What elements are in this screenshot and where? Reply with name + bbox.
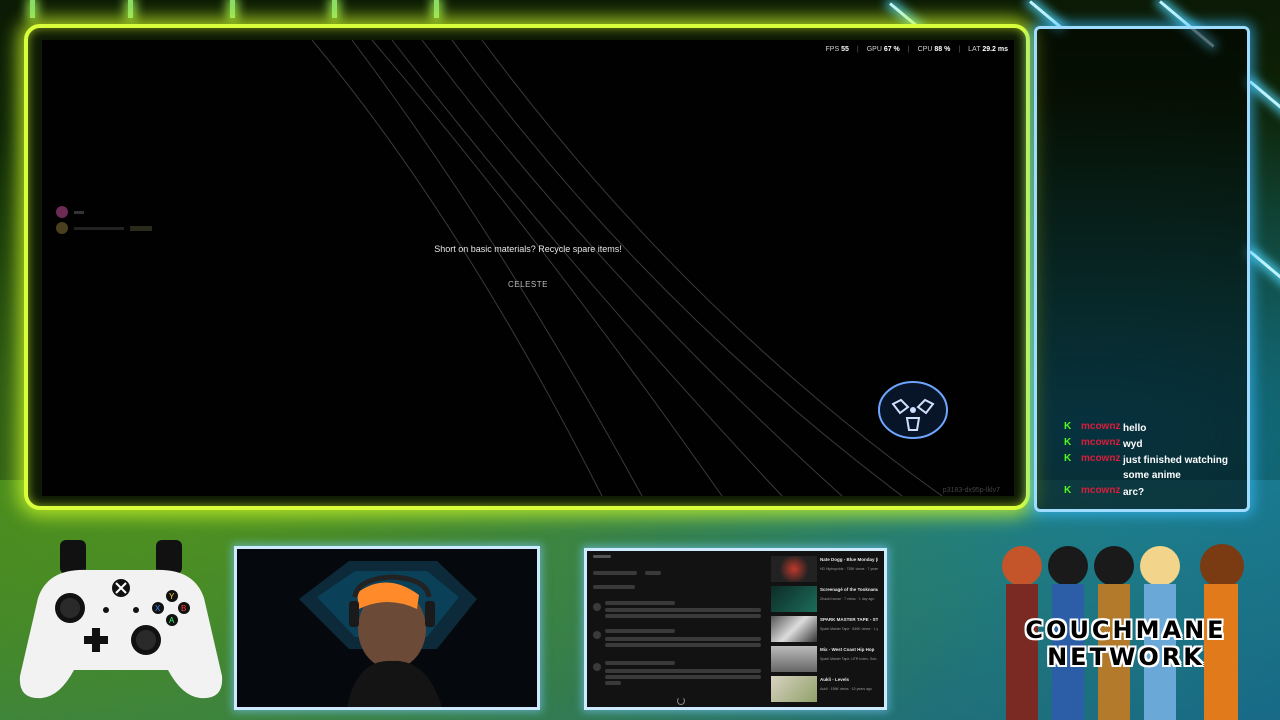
video-thumbnail (771, 556, 817, 582)
fps-readout: FPS 55 (825, 46, 849, 53)
chat-username[interactable]: mcownz (1081, 437, 1120, 448)
placeholder-bar (593, 571, 637, 575)
cpu-readout: CPU 88 % (917, 46, 951, 53)
video-meta: Aukli · 156K views · 10 years ago (820, 687, 872, 691)
spinner-icon (677, 697, 685, 705)
discord-icon (56, 206, 68, 218)
video-item[interactable]: Aukli - Levels Aukli · 156K views · 10 y… (771, 676, 883, 704)
chat-text: just finished watching some anime (1123, 455, 1229, 481)
placeholder-bar (593, 555, 611, 558)
placeholder-bar (605, 669, 761, 673)
chat-username[interactable]: mcownz (1081, 453, 1120, 464)
placeholder-bar (593, 663, 601, 671)
neon-beam-5 (1249, 250, 1280, 292)
neon-light-5 (30, 0, 35, 18)
notification-item (56, 222, 152, 234)
svg-text:A: A (169, 616, 175, 625)
video-meta: Spark Master Tape · 846K views · 1 year … (820, 627, 878, 631)
placeholder-bar (605, 637, 761, 641)
video-item[interactable]: Nate Dogg - Blue Monday (HD Audio) HD Hi… (771, 556, 883, 584)
placeholder-bar (605, 608, 761, 612)
placeholder-bar (605, 675, 761, 679)
kick-badge-icon: K (1064, 421, 1072, 432)
chat-panel: K mcownz hello K mcownz wyd K mcownz jus… (1034, 26, 1250, 512)
latency-readout: LAT 29.2 ms (968, 46, 1008, 53)
neon-beam-4 (1249, 80, 1280, 122)
logo-line-2: NETWORK (1047, 643, 1205, 671)
chat-username[interactable]: mcownz (1081, 421, 1120, 432)
video-title: Screenagé of the Tooknama slot Hako (820, 587, 878, 592)
perf-separator: | (958, 46, 961, 53)
placeholder-bar (605, 643, 761, 647)
video-thumbnail (771, 616, 817, 642)
placeholder-bar (605, 681, 621, 685)
performance-overlay: FPS 55 | GPU 67 % | CPU 88 % | LAT 29.2 … (826, 46, 1009, 53)
kick-badge-icon: K (1064, 453, 1072, 464)
notification-bar (74, 226, 124, 230)
video-title: Aukli - Levels (820, 677, 850, 682)
notification-bar (74, 210, 84, 214)
browser-capture-frame: Nate Dogg - Blue Monday (HD Audio) HD Hi… (584, 548, 887, 710)
neon-light-4 (434, 0, 439, 18)
chat-username[interactable]: mcownz (1081, 485, 1120, 496)
svg-text:X: X (155, 604, 161, 613)
video-title: SPARK MASTER TAPE - STNDBY (OFFICIAL FAN… (820, 617, 878, 622)
chat-text: wyd (1123, 439, 1143, 450)
kick-badge-icon: K (1064, 437, 1072, 448)
placeholder-bar (593, 585, 635, 589)
gpu-readout: GPU 67 % (866, 46, 900, 53)
video-thumbnail (771, 676, 817, 702)
network-logo: COUCHMANE NETWORK (990, 536, 1266, 720)
video-item[interactable]: SPARK MASTER TAPE - STNDBY (OFFICIAL FAN… (771, 616, 883, 644)
chat-text: hello (1123, 423, 1147, 434)
placeholder-bar (605, 614, 761, 618)
placeholder-bar (645, 571, 661, 575)
video-thumbnail (771, 586, 817, 612)
perf-separator: | (856, 46, 859, 53)
game-screen: FPS 55 | GPU 67 % | CPU 88 % | LAT 29.2 … (42, 40, 1014, 496)
svg-text:B: B (181, 604, 186, 613)
video-meta: Spark Master Tape, UTR Index, Sub... (820, 657, 878, 661)
video-item[interactable]: Mix - West Coast Hip Hop Spark Master Ta… (771, 646, 883, 674)
controller-icon: Y X B A (19, 540, 223, 699)
video-thumbnail (771, 646, 817, 672)
notification-item (56, 206, 84, 218)
video-item[interactable]: Screenagé of the Tooknama slot Hako Zhao… (771, 586, 883, 614)
loading-map-name: CELESTE (508, 280, 548, 289)
avatar (56, 222, 68, 234)
chat-text: arc? (1123, 487, 1145, 498)
placeholder-bar (605, 629, 675, 633)
webcam-frame (234, 546, 540, 710)
notification-tag (130, 225, 152, 231)
radiation-icon (878, 381, 948, 439)
svg-text:Y: Y (169, 592, 175, 601)
placeholder-bar (605, 661, 675, 665)
session-id: p3183-dx95p-lklv7 (942, 487, 1000, 494)
video-title: Mix - West Coast Hip Hop (820, 647, 875, 652)
kick-badge-icon: K (1064, 485, 1072, 496)
video-meta: Zhaoki house · 7 views · 1 day ago (820, 597, 875, 601)
placeholder-bar (593, 603, 601, 611)
loading-tip: Short on basic materials? Recycle spare … (434, 244, 622, 254)
neon-beam-2 (1029, 0, 1062, 29)
placeholder-bar (605, 601, 675, 605)
neon-light-2 (230, 0, 235, 18)
video-title: Nate Dogg - Blue Monday (HD Audio) (820, 557, 878, 562)
neon-light-1 (128, 0, 133, 18)
logo-line-1: COUCHMANE (1025, 616, 1227, 644)
perf-separator: | (907, 46, 910, 53)
loading-lines (311, 40, 943, 496)
neon-light-3 (332, 0, 337, 18)
video-meta: HD Hiphopvids · 735K views · 7 years ago (820, 567, 878, 571)
webcam-feed (237, 549, 537, 707)
placeholder-bar (593, 631, 601, 639)
